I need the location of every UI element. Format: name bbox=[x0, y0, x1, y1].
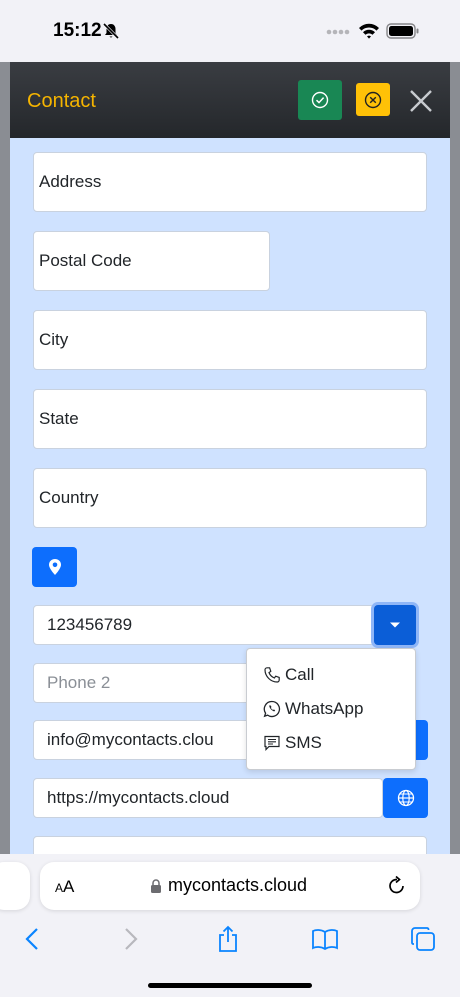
url-text: mycontacts.cloud bbox=[168, 875, 308, 895]
browser-toolbar: AA mycontacts.cloud bbox=[0, 854, 460, 997]
share-icon bbox=[219, 925, 237, 952]
state-input[interactable]: State bbox=[33, 389, 427, 449]
modal-body: Address Postal Code City State Country 1… bbox=[10, 138, 450, 854]
back-button[interactable] bbox=[17, 924, 47, 954]
home-indicator bbox=[148, 983, 312, 988]
map-location-button[interactable] bbox=[32, 547, 77, 587]
email-value: info@mycontacts.clou bbox=[47, 730, 214, 749]
wifi-icon bbox=[359, 23, 379, 39]
address-bar[interactable]: AA mycontacts.cloud bbox=[40, 862, 420, 910]
share-button[interactable] bbox=[213, 924, 243, 954]
close-icon bbox=[410, 90, 432, 112]
menu-item-call-label: Call bbox=[285, 665, 315, 684]
whatsapp-icon bbox=[263, 700, 281, 718]
signal-dots-icon bbox=[326, 29, 350, 35]
phone1-input[interactable]: 123456789 bbox=[33, 605, 375, 645]
postal-code-placeholder: Postal Code bbox=[39, 251, 132, 270]
postal-code-input[interactable]: Postal Code bbox=[33, 231, 270, 291]
previous-tab-preview[interactable] bbox=[0, 862, 30, 910]
city-input[interactable]: City bbox=[33, 310, 427, 370]
tabs-button[interactable] bbox=[408, 924, 438, 954]
tabs-icon bbox=[411, 927, 435, 951]
sms-icon bbox=[264, 735, 280, 751]
phone-icon bbox=[264, 667, 280, 683]
menu-item-whatsapp-label: WhatsApp bbox=[285, 699, 364, 718]
x-circle-icon bbox=[364, 91, 382, 108]
status-bar: 15:12 bbox=[0, 0, 460, 62]
phone1-value: 123456789 bbox=[47, 615, 133, 634]
menu-item-sms-label: SMS bbox=[285, 733, 322, 752]
phone1-actions-dropdown-button[interactable] bbox=[374, 605, 416, 645]
bell-muted-icon bbox=[102, 22, 120, 40]
modal-title: Contact bbox=[27, 90, 96, 112]
modal-header: Contact bbox=[10, 62, 450, 138]
reader-aa-button[interactable]: AA bbox=[55, 877, 74, 897]
menu-item-sms[interactable]: SMS bbox=[263, 730, 322, 756]
backdrop-left bbox=[0, 62, 10, 854]
state-placeholder: State bbox=[39, 409, 79, 428]
reload-icon[interactable] bbox=[386, 875, 408, 897]
address-placeholder: Address bbox=[39, 172, 102, 191]
book-icon bbox=[312, 929, 338, 950]
aa-large: A bbox=[63, 877, 75, 896]
address-input[interactable]: Address bbox=[33, 152, 427, 212]
status-time: 15:12 bbox=[53, 20, 102, 41]
country-input[interactable]: Country bbox=[33, 468, 427, 528]
save-button[interactable] bbox=[298, 80, 342, 120]
website-input[interactable]: https://mycontacts.cloud bbox=[33, 778, 383, 818]
aa-small: A bbox=[55, 881, 64, 895]
chevron-right-icon bbox=[125, 928, 138, 950]
lock-icon bbox=[151, 879, 161, 893]
country-placeholder: Country bbox=[39, 488, 99, 507]
backdrop-right bbox=[450, 62, 460, 854]
cancel-button[interactable] bbox=[356, 83, 390, 116]
website-value: https://mycontacts.cloud bbox=[47, 788, 230, 807]
chevron-left-icon bbox=[25, 928, 38, 950]
phone-actions-menu: Call WhatsApp SMS bbox=[246, 648, 416, 770]
caret-down-icon bbox=[390, 622, 400, 628]
close-button[interactable] bbox=[408, 88, 434, 114]
bookmarks-button[interactable] bbox=[310, 924, 340, 954]
menu-item-call[interactable]: Call bbox=[263, 662, 314, 688]
battery-icon bbox=[386, 23, 419, 39]
forward-button[interactable] bbox=[116, 924, 146, 954]
menu-item-whatsapp[interactable]: WhatsApp bbox=[263, 696, 363, 722]
check-circle-icon bbox=[311, 91, 329, 109]
map-pin-icon bbox=[48, 559, 61, 575]
globe-icon bbox=[397, 789, 414, 807]
next-field-input[interactable] bbox=[33, 836, 427, 854]
city-placeholder: City bbox=[39, 330, 69, 349]
phone2-placeholder: Phone 2 bbox=[47, 673, 111, 692]
open-website-button[interactable] bbox=[383, 778, 428, 818]
